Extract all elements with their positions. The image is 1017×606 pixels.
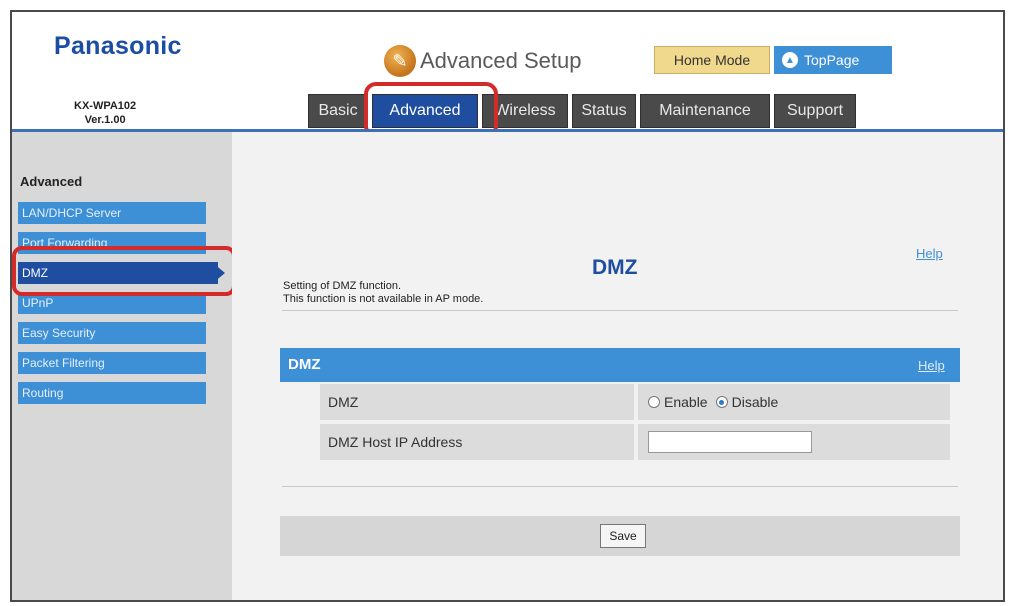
page-header: Panasonic KX-WPA102 Ver.1.00 ✎ Advanced … <box>12 12 1003 138</box>
top-page-button[interactable]: ▲ TopPage <box>774 46 892 74</box>
router-admin-window: Panasonic KX-WPA102 Ver.1.00 ✎ Advanced … <box>10 10 1005 602</box>
disable-radio[interactable] <box>715 396 728 408</box>
sidebar-item-routing[interactable]: Routing <box>18 382 206 404</box>
description-line-1: Setting of DMZ function. <box>283 280 401 292</box>
dmz-radio-group: Enable Disable <box>638 384 950 420</box>
enable-radio[interactable] <box>648 396 660 408</box>
section-title: DMZ <box>288 356 321 373</box>
wrench-icon: ✎ <box>384 45 416 77</box>
page-title: DMZ <box>592 256 638 279</box>
tab-status[interactable]: Status <box>572 94 636 128</box>
sidebar-highlight-annotation <box>12 246 236 296</box>
divider <box>282 310 958 311</box>
tab-maintenance[interactable]: Maintenance <box>640 94 770 128</box>
sidebar-heading: Advanced <box>20 174 83 189</box>
host-ip-cell <box>638 424 950 460</box>
sidebar-item-easy-security[interactable]: Easy Security <box>18 322 206 344</box>
page-description: Setting of DMZ function. This function i… <box>283 280 483 306</box>
enable-label: Enable <box>664 394 708 410</box>
dmz-host-ip-input[interactable] <box>648 431 812 453</box>
dmz-section-header <box>280 348 960 382</box>
sidebar-item-lan-dhcp[interactable]: LAN/DHCP Server <box>18 202 206 224</box>
tab-basic[interactable]: Basic <box>308 94 368 128</box>
description-line-2: This function is not available in AP mod… <box>283 293 484 305</box>
divider <box>282 486 958 487</box>
model-info: KX-WPA102 Ver.1.00 <box>74 99 136 127</box>
save-button[interactable]: Save <box>600 524 646 548</box>
model-name: KX-WPA102 <box>74 100 137 112</box>
brand-logo: Panasonic <box>54 32 182 60</box>
top-page-label: TopPage <box>804 52 860 68</box>
header-title: Advanced Setup <box>420 48 582 73</box>
model-version: Ver.1.00 <box>84 114 126 126</box>
up-arrow-icon: ▲ <box>782 52 798 68</box>
dmz-label: DMZ <box>320 384 634 420</box>
page-help-link[interactable]: Help <box>916 246 943 261</box>
sidebar-item-packet-filtering[interactable]: Packet Filtering <box>18 352 206 374</box>
disable-label: Disable <box>731 394 779 410</box>
section-help-link[interactable]: Help <box>918 358 945 373</box>
page-heading: ✎ Advanced Setup <box>384 44 581 78</box>
sidebar: Advanced LAN/DHCP Server Port Forwarding… <box>12 132 232 600</box>
home-mode-badge: Home Mode <box>654 46 770 74</box>
host-ip-label: DMZ Host IP Address <box>320 424 634 460</box>
tab-support[interactable]: Support <box>774 94 856 128</box>
